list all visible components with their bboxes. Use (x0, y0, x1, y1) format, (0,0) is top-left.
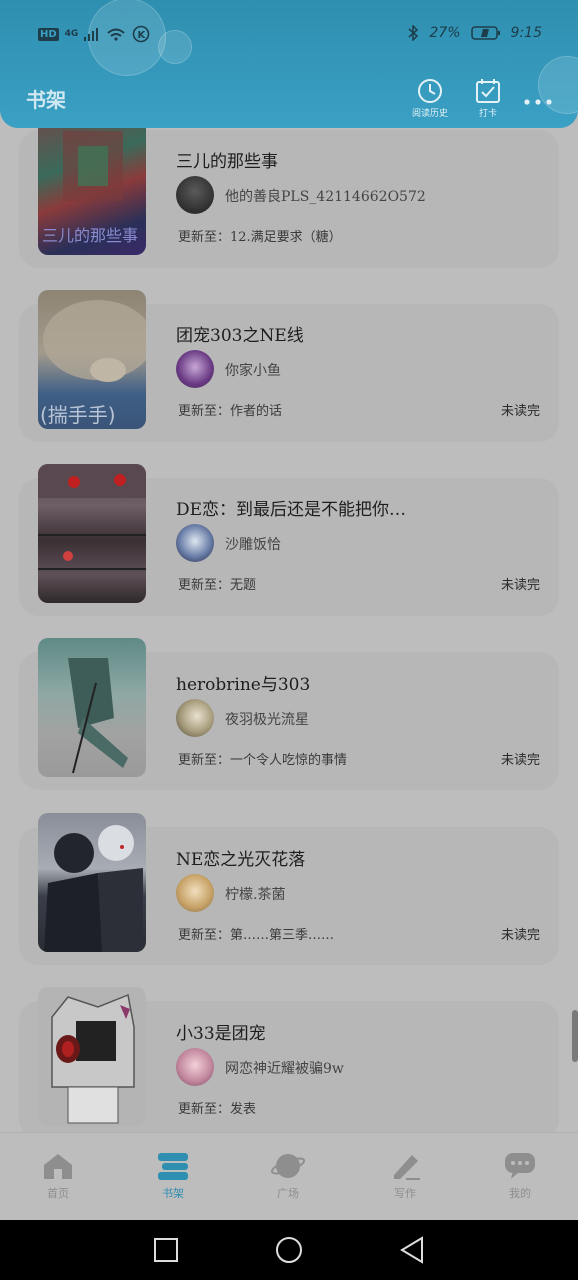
hd-icon: HD (38, 27, 59, 41)
chat-bubble-icon (505, 1153, 535, 1179)
update-info: 更新至：一个令人吃惊的事情 (178, 753, 348, 768)
author-name: 夜羽极光流星 (225, 712, 309, 728)
author-avatar[interactable] (176, 699, 214, 737)
more-icon (524, 99, 552, 105)
author-avatar[interactable] (176, 350, 214, 388)
pen-icon (394, 1155, 420, 1180)
clock-icon (418, 79, 442, 103)
page-title: 书架 (26, 88, 66, 112)
tab-me-label: 我的 (509, 1187, 531, 1200)
tab-me[interactable]: 我的 (480, 1151, 560, 1201)
tab-plaza[interactable]: 广场 (248, 1151, 328, 1201)
tab-bookshelf-label: 书架 (162, 1187, 184, 1200)
clock: 9:15 (510, 25, 542, 41)
book-title: herobrine与303 (176, 675, 311, 695)
unread-status: 未读完 (500, 404, 540, 419)
book-cover[interactable] (38, 638, 146, 777)
battery-icon (470, 26, 500, 40)
book-cover[interactable] (38, 464, 146, 603)
recent-apps-icon[interactable] (153, 1234, 179, 1266)
tab-bookshelf[interactable]: 书架 (133, 1151, 213, 1201)
reading-history-button[interactable]: 阅读历史 (405, 78, 455, 119)
bookshelf-icon (158, 1153, 188, 1180)
author-avatar[interactable] (176, 1048, 214, 1086)
unread-status: 未读完 (500, 928, 540, 943)
book-title: 小33是团宠 (176, 1024, 266, 1044)
author-name: 你家小鱼 (225, 363, 281, 379)
network-type: 4G (64, 29, 79, 39)
wifi-icon (107, 28, 125, 41)
more-menu-button[interactable] (523, 92, 553, 111)
home-button-icon[interactable] (274, 1234, 304, 1266)
app-header: HD 4G K 27% 9:15 书架 阅读历史 打卡 (0, 0, 578, 128)
svg-text:(揣手手): (揣手手) (40, 403, 116, 427)
update-info: 更新至：发表 (178, 1102, 257, 1117)
tab-write-label: 写作 (394, 1187, 416, 1200)
author-name: 沙雕饭恰 (225, 537, 281, 553)
k-app-icon: K (133, 25, 150, 43)
checkin-label: 打卡 (478, 109, 497, 119)
unread-status: 未读完 (500, 578, 540, 593)
unread-status: 未读完 (500, 753, 540, 768)
book-cover[interactable]: (揣手手) (38, 290, 146, 429)
reading-history-label: 阅读历史 (411, 109, 448, 119)
tab-home-label: 首页 (47, 1187, 69, 1200)
tab-write[interactable]: 写作 (365, 1151, 445, 1201)
author-name: 网恋神近耀被骗9w (225, 1061, 344, 1077)
home-icon (44, 1154, 72, 1179)
book-cover[interactable]: 三儿的那些事 (38, 116, 146, 255)
author-avatar[interactable] (176, 524, 214, 562)
book-title: DE恋：到最后还是不能把你… (176, 500, 407, 520)
update-info: 更新至：12.满足要求（糖） (178, 230, 342, 245)
author-avatar[interactable] (176, 176, 214, 214)
tab-plaza-label: 广场 (277, 1187, 299, 1200)
planet-icon (271, 1154, 305, 1178)
author-avatar[interactable] (176, 874, 214, 912)
svg-text:三儿的那些事: 三儿的那些事 (42, 226, 138, 245)
update-info: 更新至：第……第三季…… (178, 928, 335, 943)
author-name: 他的善良PLS_42114662O572 (225, 189, 426, 205)
book-cover[interactable] (38, 813, 146, 952)
calendar-check-icon (476, 79, 500, 103)
update-info: 更新至：作者的话 (178, 404, 283, 419)
checkin-button[interactable]: 打卡 (463, 78, 513, 119)
update-info: 更新至：无题 (178, 578, 257, 593)
tab-home[interactable]: 首页 (18, 1151, 98, 1201)
back-icon[interactable] (398, 1234, 426, 1266)
scrollbar[interactable] (572, 1010, 578, 1062)
signal-icon (84, 28, 99, 41)
book-cover[interactable] (38, 987, 146, 1126)
book-title: NE恋之光灭花落 (176, 850, 306, 870)
book-title: 团宠303之NE线 (176, 326, 304, 346)
battery-percent: 27% (429, 25, 461, 41)
book-title: 三儿的那些事 (176, 152, 278, 172)
bluetooth-icon (408, 25, 419, 41)
bottom-tab-bar: 首页 书架 广场 写作 我的 (0, 1132, 578, 1220)
author-name: 柠檬.茶菌 (225, 887, 286, 903)
status-bar: HD 4G K 27% 9:15 (0, 22, 578, 48)
svg-text:K: K (138, 30, 147, 41)
system-nav-bar (0, 1220, 578, 1280)
